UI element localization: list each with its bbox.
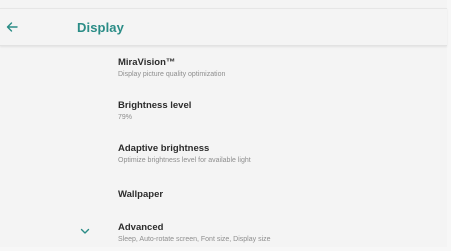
setting-miravision[interactable]: MiraVision™ Display picture quality opti…: [118, 57, 438, 78]
setting-summary: Display picture quality optimization: [118, 71, 226, 78]
setting-summary: Optimize brightness level for available …: [118, 157, 251, 164]
arrow-left-icon[interactable]: [5, 20, 19, 34]
setting-wallpaper[interactable]: Wallpaper: [118, 189, 438, 200]
setting-title: Adaptive brightness: [118, 143, 210, 154]
setting-brightness-level[interactable]: Brightness level 79%: [118, 100, 438, 121]
setting-adaptive-brightness[interactable]: Adaptive brightness Optimize brightness …: [118, 143, 438, 164]
chevron-down-icon[interactable]: [80, 228, 90, 235]
app-bar: Display: [0, 8, 447, 46]
setting-advanced[interactable]: Advanced Sleep, Auto-rotate screen, Font…: [118, 222, 438, 243]
setting-title: MiraVision™: [118, 57, 176, 68]
setting-title: Brightness level: [118, 100, 192, 111]
setting-title: Wallpaper: [118, 189, 164, 200]
settings-screen: Display MiraVision™ Display picture qual…: [0, 0, 451, 251]
setting-title: Advanced: [118, 222, 164, 233]
setting-summary: Sleep, Auto-rotate screen, Font size, Di…: [118, 236, 271, 243]
page-title: Display: [77, 20, 124, 35]
setting-summary: 79%: [118, 114, 133, 121]
